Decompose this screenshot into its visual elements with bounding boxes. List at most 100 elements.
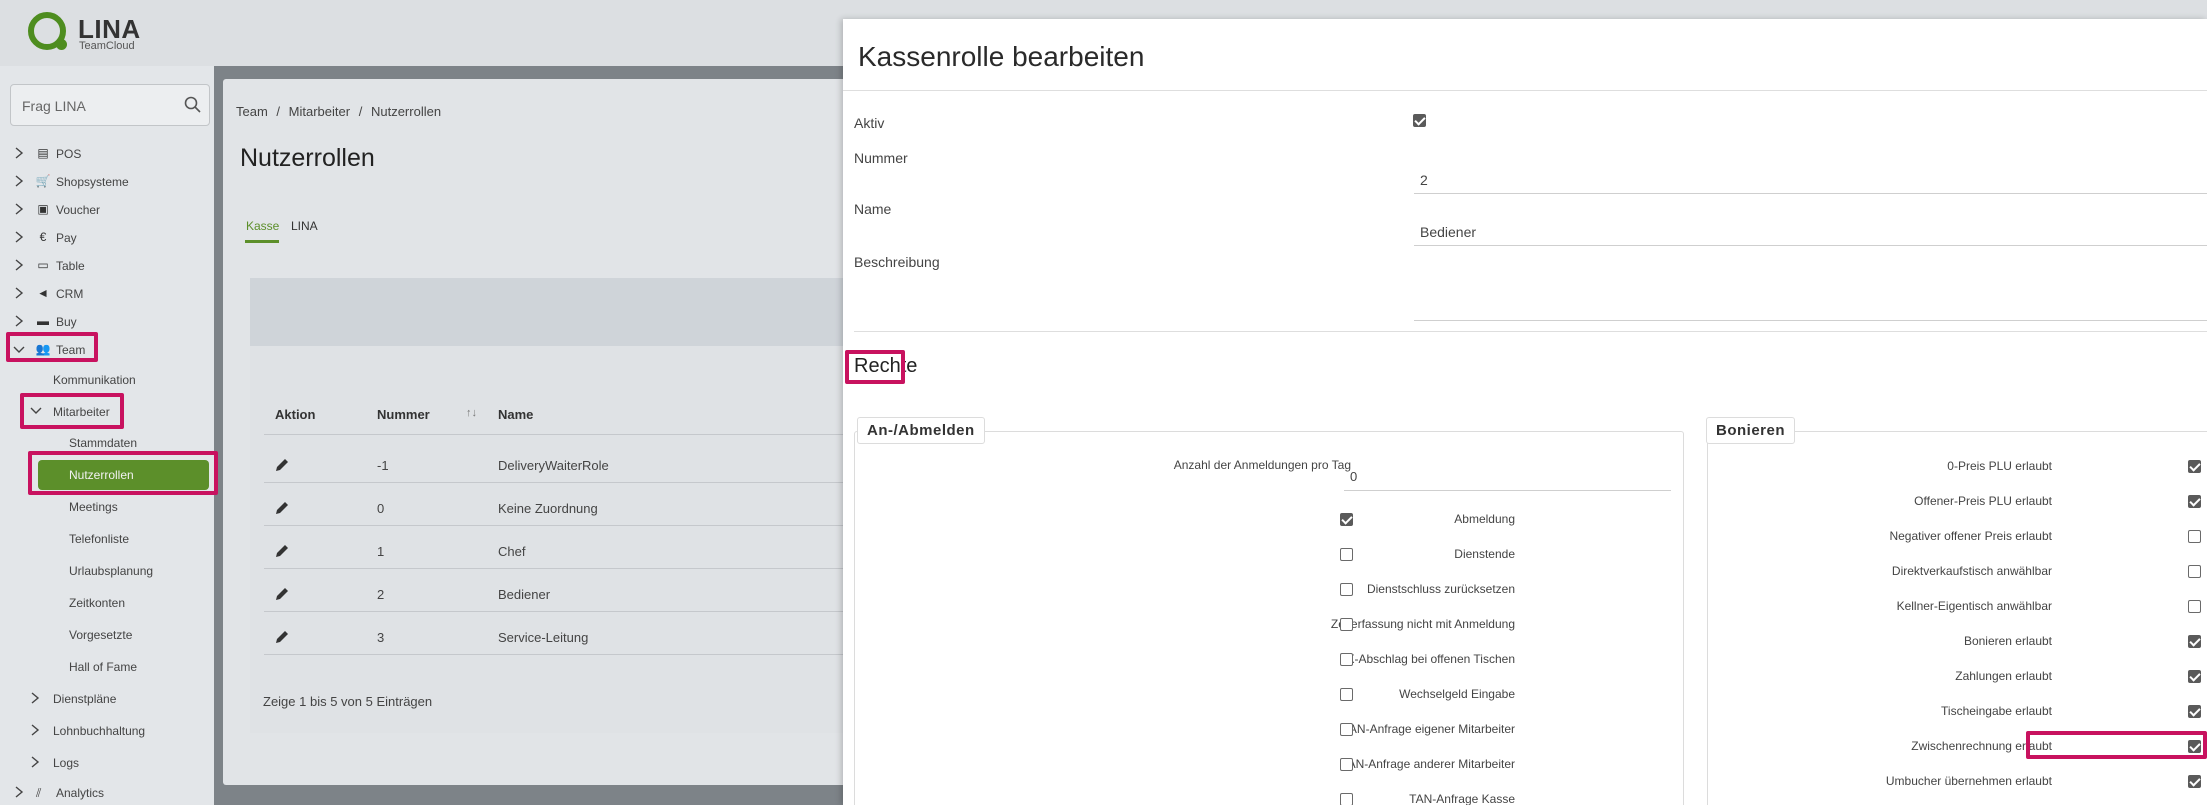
permission-label: Tischeingabe erlaubt: [1941, 704, 2052, 718]
edit-pencil-icon[interactable]: [274, 629, 290, 645]
permission-checkbox[interactable]: [2188, 600, 2201, 613]
sidebar-item-label: Shopsysteme: [56, 175, 129, 189]
chevron-right-icon[interactable]: [13, 314, 25, 328]
cell-nummer: -1: [377, 458, 389, 473]
sidebar-item-pos[interactable]: ▤ POS: [0, 142, 214, 168]
permission-checkbox[interactable]: [2188, 495, 2201, 508]
sidebar-item-analytics[interactable]: Analytics: [56, 786, 104, 800]
sidebar-item-meetings[interactable]: Meetings: [69, 500, 118, 514]
permission-label: TAN-Anfrage anderer Mitarbeiter: [1341, 757, 1515, 771]
sidebar-item-hall-of-fame[interactable]: Hall of Fame: [69, 660, 137, 674]
legend-bonieren: Bonieren: [1706, 417, 1796, 444]
edit-pencil-icon[interactable]: [274, 500, 290, 516]
sidebar-item-voucher[interactable]: ▣ Voucher: [0, 198, 214, 224]
permission-checkbox[interactable]: [2188, 565, 2201, 578]
permission-checkbox[interactable]: [1340, 513, 1353, 526]
row-divider: [264, 525, 850, 526]
cell-name: Service-Leitung: [498, 630, 589, 645]
sidebar-item-logs[interactable]: Logs: [53, 756, 79, 770]
cell-nummer: 0: [377, 501, 385, 516]
chevron-right-icon[interactable]: [30, 756, 40, 771]
breadcrumb-item[interactable]: Nutzerrollen: [371, 104, 441, 119]
lina-logo[interactable]: LINA TeamCloud: [28, 8, 148, 56]
highlight-nutzerrollen: [28, 451, 218, 495]
search-input[interactable]: Frag LINA: [10, 84, 210, 126]
permission-checkbox[interactable]: [1340, 548, 1353, 561]
sidebar-item-table[interactable]: ▭ Table: [0, 254, 214, 280]
permission-label: Bonieren erlaubt: [1963, 634, 2052, 648]
permission-checkbox[interactable]: [2188, 670, 2201, 683]
chevron-right-icon[interactable]: [13, 286, 25, 300]
sidebar-item-pay[interactable]: € Pay: [0, 226, 214, 252]
chart-icon: ⫽: [36, 786, 42, 800]
sidebar-item-shopsysteme[interactable]: 🛒 Shopsysteme: [0, 170, 214, 196]
sidebar-item-label: CRM: [56, 287, 84, 301]
section-divider: [854, 331, 2207, 332]
sidebar-item-stammdaten[interactable]: Stammdaten: [69, 436, 137, 450]
modal-header-divider: [843, 90, 2207, 91]
sidebar-item-label: Pay: [56, 231, 77, 245]
permission-label: Wechselgeld Eingabe: [1399, 687, 1515, 701]
sidebar-item-telefonliste[interactable]: Telefonliste: [69, 532, 129, 546]
permission-checkbox[interactable]: [1340, 618, 1353, 631]
breadcrumb-separator: /: [276, 104, 281, 119]
permission-label: Zeiterfassung nicht mit Anmeldung: [1330, 617, 1515, 631]
breadcrumb-item[interactable]: Mitarbeiter: [289, 104, 350, 119]
chevron-right-icon[interactable]: [13, 230, 25, 244]
sidebar-item-lohnbuchhaltung[interactable]: Lohnbuchhaltung: [53, 724, 145, 738]
book-icon: ▭: [37, 258, 49, 272]
chevron-right-icon[interactable]: [30, 692, 40, 707]
sidebar-item-vorgesetzte[interactable]: Vorgesetzte: [69, 628, 132, 642]
anmeldungen-pro-tag-field[interactable]: 0: [1344, 461, 1671, 491]
permission-checkbox[interactable]: [1340, 653, 1353, 666]
sort-icon[interactable]: ↑↓: [466, 407, 477, 419]
edit-pencil-icon[interactable]: [274, 457, 290, 473]
beschreibung-field[interactable]: [1414, 254, 2207, 321]
sidebar-item-label: Table: [56, 259, 85, 273]
chevron-right-icon[interactable]: [13, 146, 25, 160]
highlight-mitarbeiter: [20, 393, 124, 429]
breadcrumb-item[interactable]: Team: [236, 104, 268, 119]
permission-checkbox[interactable]: [1340, 723, 1353, 736]
chevron-right-icon[interactable]: [14, 786, 24, 801]
permission-checkbox[interactable]: [2188, 775, 2201, 788]
edit-pencil-icon[interactable]: [274, 586, 290, 602]
permission-label: TAN-Anfrage eigener Mitarbeiter: [1342, 722, 1515, 736]
sidebar-item-kommunikation[interactable]: Kommunikation: [53, 373, 136, 387]
permission-checkbox[interactable]: [2188, 460, 2201, 473]
aktiv-checkbox[interactable]: [1413, 114, 1426, 127]
name-field[interactable]: Bediener: [1414, 204, 2207, 246]
nummer-field[interactable]: 2: [1414, 152, 2207, 194]
permission-label: Abmeldung: [1454, 512, 1515, 526]
sidebar-item-label: Buy: [56, 315, 77, 329]
chevron-right-icon[interactable]: [30, 724, 40, 739]
chevron-right-icon[interactable]: [13, 174, 25, 188]
permission-checkbox[interactable]: [1340, 688, 1353, 701]
permission-checkbox[interactable]: [1340, 583, 1353, 596]
permission-label: Dienstschluss zurücksetzen: [1366, 582, 1515, 596]
tab-kasse[interactable]: Kasse: [246, 219, 279, 233]
column-header-nummer[interactable]: Nummer: [377, 407, 430, 422]
edit-pencil-icon[interactable]: [274, 543, 290, 559]
chevron-right-icon[interactable]: [13, 202, 25, 216]
active-tab-indicator: [245, 240, 279, 243]
highlight-rechte: [845, 350, 905, 384]
permission-checkbox[interactable]: [2188, 635, 2201, 648]
permission-label: Negativer offener Preis erlaubt: [1889, 529, 2052, 543]
megaphone-icon: ◄: [37, 286, 49, 300]
sidebar-item-zeitkonten[interactable]: Zeitkonten: [69, 596, 125, 610]
column-header-name[interactable]: Name: [498, 407, 533, 422]
row-divider: [264, 482, 850, 483]
sidebar-item-crm[interactable]: ◄ CRM: [0, 282, 214, 308]
search-icon[interactable]: [183, 95, 203, 115]
permission-checkbox[interactable]: [1340, 758, 1353, 771]
chevron-right-icon[interactable]: [13, 258, 25, 272]
row-divider: [264, 654, 850, 655]
sidebar-item-dienstplaene[interactable]: Dienstpläne: [53, 692, 116, 706]
sidebar-item-urlaubsplanung[interactable]: Urlaubsplanung: [69, 564, 153, 578]
permission-checkbox[interactable]: [2188, 530, 2201, 543]
tab-lina[interactable]: LINA: [291, 219, 318, 233]
permission-checkbox[interactable]: [2188, 705, 2201, 718]
permission-label: TAN-Anfrage Kasse: [1409, 792, 1515, 805]
permission-checkbox[interactable]: [1340, 793, 1353, 805]
